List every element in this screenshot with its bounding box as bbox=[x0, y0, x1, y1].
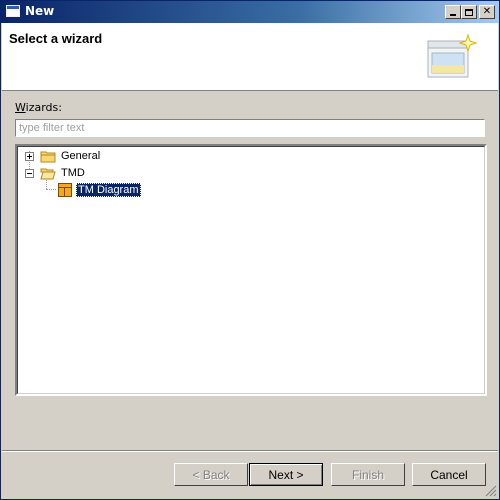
tree-item-label: General bbox=[61, 150, 101, 162]
button-bar-separator bbox=[2, 450, 498, 452]
title-bar[interactable]: New ✕ bbox=[1, 1, 499, 23]
maximize-icon bbox=[465, 8, 473, 16]
wizard-header: Select a wizard bbox=[2, 23, 498, 91]
finish-button[interactable]: Finish bbox=[331, 463, 405, 486]
folder-closed-icon bbox=[40, 151, 56, 163]
next-button[interactable]: Next > bbox=[249, 463, 323, 486]
tree-item-tm-diagram[interactable]: TM Diagram bbox=[18, 182, 158, 198]
resize-grip-icon[interactable] bbox=[485, 485, 497, 497]
folder-open-icon bbox=[40, 168, 56, 180]
minimize-icon bbox=[450, 14, 456, 16]
wizards-label: Wizards: bbox=[15, 101, 62, 114]
close-icon: ✕ bbox=[482, 6, 492, 17]
window-title: New bbox=[25, 4, 55, 18]
wizard-tree[interactable]: General TMD TM Diagram bbox=[15, 144, 487, 396]
collapse-icon[interactable] bbox=[25, 169, 34, 178]
tree-item-general[interactable]: General bbox=[18, 148, 138, 164]
minimize-button[interactable] bbox=[445, 5, 461, 19]
diagram-icon bbox=[58, 183, 72, 197]
tree-item-label: TMD bbox=[61, 167, 85, 179]
page-title: Select a wizard bbox=[9, 31, 103, 46]
maximize-button[interactable] bbox=[461, 5, 477, 19]
expand-icon[interactable] bbox=[25, 152, 34, 161]
close-button[interactable]: ✕ bbox=[479, 5, 495, 19]
filter-input[interactable] bbox=[15, 119, 485, 137]
window-icon bbox=[6, 5, 20, 17]
new-wizard-banner-icon bbox=[427, 33, 478, 78]
back-button[interactable]: < Back bbox=[174, 463, 248, 486]
new-wizard-dialog: New ✕ Select a wizard Wizards: type filt… bbox=[0, 0, 500, 500]
tree-item-tmd[interactable]: TMD bbox=[18, 165, 138, 181]
cancel-button[interactable]: Cancel bbox=[412, 463, 486, 486]
tree-item-label: TM Diagram bbox=[76, 183, 141, 197]
tree-viewport: General TMD TM Diagram bbox=[17, 146, 485, 394]
